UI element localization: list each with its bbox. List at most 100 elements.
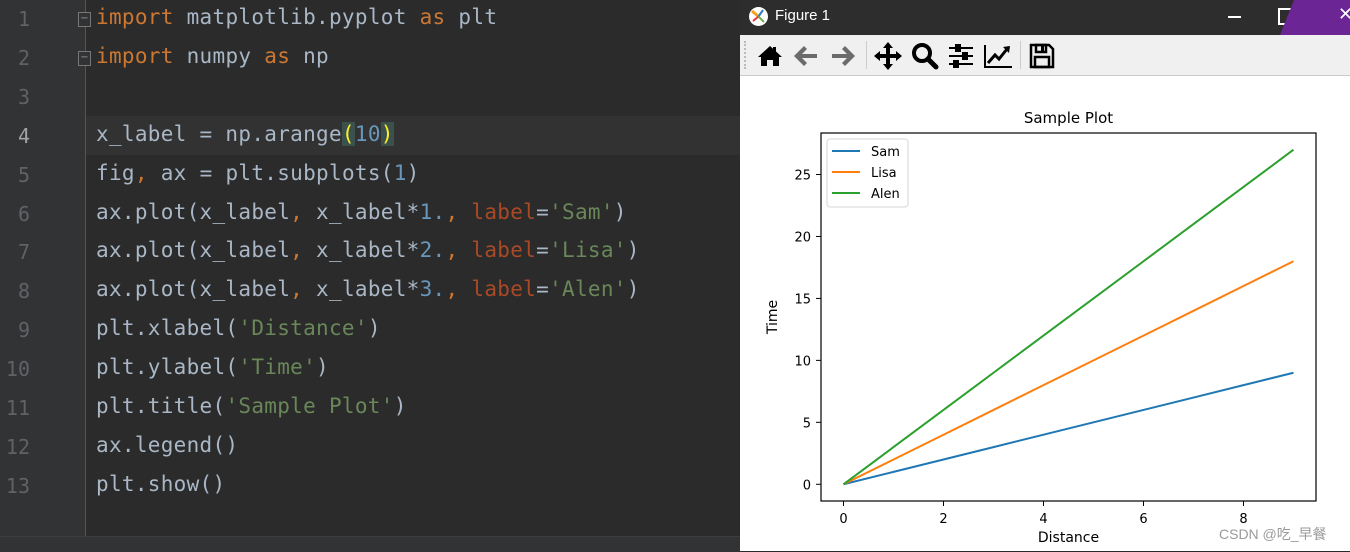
line-number: 9 <box>17 318 30 343</box>
zoom-button[interactable] <box>910 41 940 71</box>
code-token: , <box>290 238 304 263</box>
back-button[interactable] <box>791 41 821 71</box>
configure-subplots-button[interactable] <box>946 41 976 71</box>
y-tick-label: 25 <box>794 169 811 184</box>
line-number: 6 <box>17 201 30 226</box>
code-line[interactable]: import numpy as np <box>96 44 329 68</box>
code-line[interactable]: plt.show() <box>96 472 225 496</box>
code-token: x_label = np.arange <box>96 121 342 146</box>
series-line-sam <box>843 371 1294 486</box>
pan-icon <box>874 42 902 70</box>
toolbar-separator <box>1020 41 1021 69</box>
x-tick-label: 4 <box>1039 512 1047 527</box>
code-token: , <box>445 277 459 302</box>
code-token: ) <box>613 199 627 224</box>
code-token: as <box>419 5 446 29</box>
save-icon <box>1029 43 1055 69</box>
x-axis-label: Distance <box>1038 530 1099 546</box>
code-line[interactable]: plt.xlabel('Distance') <box>96 316 381 340</box>
code-token: import <box>96 5 174 29</box>
code-token: ( <box>341 121 355 146</box>
x-tick-label: 6 <box>1139 512 1147 527</box>
editor-horizontal-scrollbar[interactable] <box>0 536 740 552</box>
line-number: 13 <box>5 473 30 498</box>
code-token: 1. <box>419 199 446 224</box>
edit-axis-button[interactable] <box>983 41 1013 71</box>
forward-button[interactable] <box>828 41 858 71</box>
code-token: ) <box>393 394 407 418</box>
code-token: ax.plot(x_label <box>96 277 291 302</box>
code-token: np <box>290 43 330 68</box>
fold-icon[interactable]: − <box>78 51 91 66</box>
code-token: = <box>536 277 550 302</box>
code-token: ) <box>380 121 394 146</box>
code-token: = <box>536 199 550 224</box>
code-token: ax = plt.subplots( <box>147 160 394 185</box>
code-token: 'Sample Plot' <box>225 394 394 418</box>
code-editor[interactable]: 1 import matplotlib.pyplot as plt 2 import … <box>0 0 740 552</box>
figure-window: Figure 1 ✕ Sample Plot 0 2 4 6 8 0 5 10 … <box>740 0 1350 551</box>
x-tick-label: 0 <box>839 512 847 527</box>
code-token: x_label* <box>303 238 420 263</box>
code-token: ) <box>367 316 381 341</box>
line-number: 3 <box>17 84 30 109</box>
code-line[interactable]: plt.title('Sample Plot') <box>96 394 407 418</box>
code-token: ax.legend() <box>96 432 239 457</box>
code-line[interactable]: fig, ax = plt.subplots(1) <box>96 161 420 185</box>
code-line[interactable]: import matplotlib.pyplot as plt <box>96 5 497 29</box>
code-line[interactable]: ax.plot(x_label, x_label*2., label='Lisa… <box>96 238 640 262</box>
line-number: 8 <box>17 279 30 304</box>
home-button[interactable] <box>755 41 785 71</box>
code-token: 'Alen' <box>549 277 627 302</box>
code-line[interactable]: ax.plot(x_label, x_label*3., label='Alen… <box>96 277 640 301</box>
code-token: ax.plot(x_label <box>96 238 291 263</box>
line-number: 7 <box>17 240 30 265</box>
code-token: 2. <box>419 238 446 263</box>
code-token: fig <box>96 160 135 185</box>
series-line-alen <box>842 148 1295 486</box>
code-token: x_label* <box>303 277 420 302</box>
zoom-icon <box>912 43 939 70</box>
code-token: , <box>134 160 148 185</box>
matplotlib-logo-icon <box>749 7 768 26</box>
line-number: 5 <box>17 162 30 187</box>
code-token: plt.ylabel( <box>96 355 239 380</box>
minimize-button[interactable] <box>1220 5 1250 29</box>
code-token: 'Distance' <box>238 316 368 341</box>
y-tick-label: 10 <box>794 354 811 369</box>
line-number: 1 <box>17 7 30 31</box>
save-button[interactable] <box>1027 41 1057 71</box>
x-tick-label: 2 <box>939 512 947 527</box>
line-number: 12 <box>5 434 30 459</box>
code-token: 'Lisa' <box>549 238 627 263</box>
code-token: 1 <box>393 160 407 185</box>
code-line[interactable]: x_label = np.arange(10) <box>96 121 394 146</box>
edit-axis-icon <box>984 45 1012 68</box>
fold-icon[interactable]: − <box>78 12 91 27</box>
line-number: 10 <box>5 357 30 382</box>
back-icon <box>794 46 817 66</box>
pan-button[interactable] <box>873 41 903 71</box>
toolbar-grip[interactable] <box>744 41 748 69</box>
code-token: plt.xlabel( <box>96 316 239 341</box>
chart-title: Sample Plot <box>1024 109 1113 127</box>
code-token: ax.plot(x_label <box>96 199 291 224</box>
code-line[interactable]: ax.plot(x_label, x_label*1., label='Sam'… <box>96 200 627 224</box>
code-line[interactable]: ax.legend() <box>96 433 238 457</box>
code-token: label <box>471 277 537 302</box>
code-token: , <box>445 199 459 224</box>
home-icon <box>758 46 782 66</box>
code-token: ) <box>406 160 420 185</box>
code-token: numpy <box>173 43 265 68</box>
code-token: , <box>290 199 304 224</box>
line-number: 11 <box>5 396 30 420</box>
code-token: , <box>445 238 459 263</box>
close-button[interactable]: ✕ <box>1338 4 1350 25</box>
code-token: = <box>536 238 550 263</box>
line-number: 4 <box>17 123 30 148</box>
plot-canvas[interactable]: Sample Plot0 2 4 6 80510152025DistanceTimeSa… <box>740 76 1350 551</box>
code-line[interactable]: plt.ylabel('Time') <box>96 355 329 379</box>
watermark: CSDN @吃_早餐 <box>1219 526 1327 542</box>
